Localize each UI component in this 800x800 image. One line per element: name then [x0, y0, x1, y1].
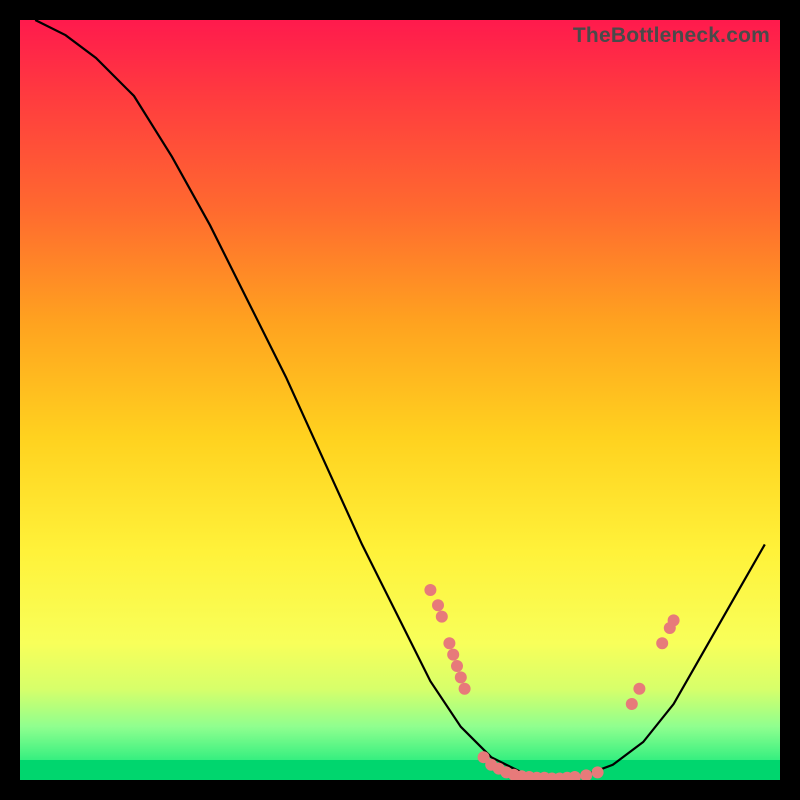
data-dot — [443, 637, 455, 649]
plot-area — [20, 20, 780, 780]
data-dot — [447, 649, 459, 661]
bottleneck-curve-svg — [20, 20, 780, 780]
chart-frame: TheBottleneck.com — [20, 20, 780, 780]
watermark-text: TheBottleneck.com — [573, 24, 770, 48]
data-dot — [656, 637, 668, 649]
data-dot — [451, 660, 463, 672]
data-dot — [626, 698, 638, 710]
data-dot — [424, 584, 436, 596]
data-dot — [668, 614, 680, 626]
data-dot — [592, 766, 604, 778]
data-dot — [455, 671, 467, 683]
data-dots — [424, 584, 679, 780]
data-dot — [580, 769, 592, 780]
bottleneck-curve — [35, 20, 765, 780]
data-dot — [569, 771, 581, 780]
data-dot — [633, 683, 645, 695]
data-dot — [436, 611, 448, 623]
data-dot — [432, 599, 444, 611]
data-dot — [459, 683, 471, 695]
